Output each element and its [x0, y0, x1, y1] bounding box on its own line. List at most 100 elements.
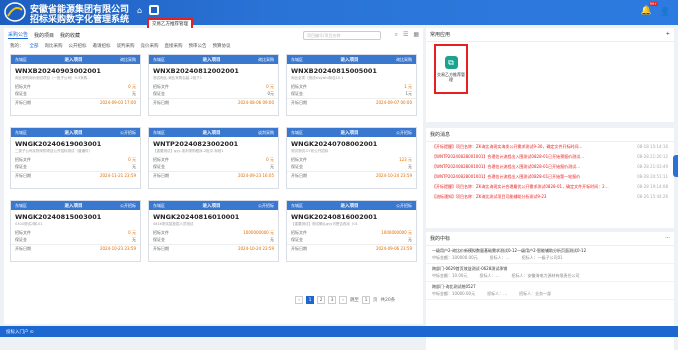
field-label: 开标日期 — [291, 173, 307, 178]
project-card[interactable]: 东城区 进入项目 公开招标 WNGK20240708002001 测试测试-07初公… — [286, 127, 417, 189]
field-value: 0 元 — [266, 83, 274, 89]
field-label: 开标日期 — [291, 246, 307, 251]
filter-option[interactable]: 询比采购 — [45, 43, 63, 49]
filter-option[interactable]: 竞价采购 — [141, 43, 159, 49]
field-label: 开标日期 — [15, 173, 31, 178]
filter-all[interactable]: 全部 — [30, 43, 39, 49]
add-icon[interactable]: + — [666, 31, 670, 38]
list-view-icon[interactable]: ☰ — [403, 31, 408, 39]
card-type: 公开招标 — [120, 129, 136, 135]
message-item[interactable]: 【WNTP20240828001001】合理估计流程出入围测试0828-01已开… — [426, 152, 674, 162]
pagination: ‹ 1 2 3 › 跳至 1 页 共20条 — [295, 296, 395, 304]
enter-project-button[interactable]: 进入项目 — [65, 57, 83, 63]
portal-entry-link[interactable]: 投标入门户 ⊙ — [6, 330, 34, 335]
message-text: 【WNTP20240828001001】合理估计流程出入围测试0828-01已开… — [432, 154, 585, 159]
message-text: 【WNTP20240828001001】合理估计流程出入围测试0828-01已开… — [432, 174, 581, 179]
page-button[interactable]: 3 — [328, 296, 336, 304]
project-number: WNTP20240823002001 — [153, 140, 239, 148]
filter-option[interactable]: 直接采购 — [165, 43, 183, 49]
message-item[interactable]: 【开标提醒】项目名称：ZK询比询现实海发公开需求测试9-30，确定文件开标时间…… — [426, 142, 674, 152]
project-card[interactable]: 东城区 进入项目 谈判采购 WNTP20240823002001 【重要测试】gyy… — [148, 127, 279, 189]
win-item[interactable]: 跨部门-0629首页效益测试-0628测试承销 中标金额：10.00元 投标人：… 招… — [426, 264, 674, 282]
enter-project-button[interactable]: 进入项目 — [341, 203, 359, 209]
filter-option[interactable]: 公开招标 — [69, 43, 87, 49]
field-label: 开标日期 — [153, 246, 169, 251]
tab-favorites[interactable]: 我的收藏 — [60, 32, 80, 39]
project-card[interactable]: 东城区 进入项目 询比采购 WNXB20240815005001 询比全项（测试sh… — [286, 54, 417, 116]
card-type: 询比采购 — [258, 56, 274, 62]
search-input[interactable]: 项目编号/项目名称 — [303, 31, 381, 40]
field-label: 保证金 — [291, 236, 303, 242]
field-value: 1元 — [405, 90, 412, 96]
enter-project-button[interactable]: 进入项目 — [203, 130, 221, 136]
prev-page-icon[interactable]: ‹ — [295, 296, 303, 304]
open-date: 2024-09-23 16:05 — [237, 173, 274, 178]
project-card[interactable]: 东城区 进入项目 公开招标 WNGK20240816010001 0816测试招投招… — [148, 200, 279, 262]
card-region: 东城区 — [15, 129, 27, 135]
bell-icon[interactable]: 🔔 99+ — [641, 2, 659, 16]
open-date: 2024-08-06 09:00 — [237, 100, 274, 105]
side-float-tab[interactable] — [673, 155, 678, 177]
message-date: 08-28 21:20:12 — [637, 154, 668, 159]
user-icon[interactable]: 👤 — [660, 7, 670, 16]
enter-project-button[interactable]: 进入项目 — [341, 130, 359, 136]
project-card[interactable]: 东城区 进入项目 询比采购 WNXB20240903002001 询比采购询价测试项… — [10, 54, 141, 116]
more-icon[interactable]: ··· — [665, 235, 670, 242]
enter-project-button[interactable]: 进入项目 — [203, 57, 221, 63]
enter-project-button[interactable]: 进入项目 — [203, 203, 221, 209]
tab-my-projects[interactable]: 我的项目 — [34, 32, 54, 39]
message-item[interactable]: 【WNTP20240828001001】合理估计流程出入围测试0828-01已开… — [426, 162, 674, 172]
field-label: 招标文件 — [153, 229, 169, 235]
message-item[interactable]: 【流标通知】项目名称：ZK询比测试项目可能辅助分析测试9-23 08-26 15:… — [426, 192, 674, 202]
field-value: 0 元 — [128, 83, 136, 89]
enter-project-button[interactable]: 进入项目 — [65, 203, 83, 209]
app-tile-recommend[interactable]: ⧉ 交易乙方推荐管理 — [434, 44, 468, 94]
goto-page-input[interactable]: 1 — [362, 296, 370, 304]
win-amount: 中标金额：100000.00元 — [432, 255, 478, 260]
project-card[interactable]: 东城区 进入项目 询比采购 WNXB20240812002001 测试询比-询比采购… — [148, 54, 279, 116]
project-number: WNXB20240903002001 — [15, 67, 101, 75]
wins-title: 我的中标 — [430, 236, 451, 242]
home-icon[interactable]: ⌂ — [135, 6, 144, 15]
project-card[interactable]: 东城区 进入项目 公开招标 WNGK20240619003001 二类子公司实物采购… — [10, 127, 141, 189]
open-date: 2024-10-24 23:59 — [375, 173, 412, 178]
project-number: WNGK20240816010001 — [153, 213, 240, 221]
page-button[interactable]: 1 — [306, 296, 314, 304]
field-label: 招标文件 — [291, 83, 307, 89]
filter-option[interactable]: 预算协议 — [213, 43, 231, 49]
search-icon[interactable]: ⌕ — [395, 31, 398, 39]
message-item[interactable]: 【开标提醒】项目名称：ZK询比询现实计合理最优公开需求测试0828-01，确定文… — [426, 182, 674, 192]
filter-option[interactable]: 预审公告 — [189, 43, 207, 49]
filter-option[interactable]: 谈判采购 — [117, 43, 135, 49]
message-item[interactable]: 【WNTP20240828001001】合理估计流程出入围测试0828-01已开… — [426, 172, 674, 182]
field-label: 开标日期 — [15, 246, 31, 251]
field-label: 开标日期 — [153, 173, 169, 178]
win-item[interactable]: 一级用户2-询比价新模拟数量基础需求测试0-12—级用户2-智能辅助分析页面测试… — [426, 246, 674, 264]
field-value: 1 元 — [404, 83, 412, 89]
app-icon: ⧉ — [444, 56, 458, 69]
page-button[interactable]: 2 — [317, 296, 325, 304]
project-card[interactable]: 东城区 进入项目 公开招标 WNGK20240816002001 【重要测试】测试确… — [286, 200, 417, 262]
tab-announcements[interactable]: 采购公告 — [8, 31, 29, 39]
project-card[interactable]: 东城区 进入项目 公开招标 WNGK20240815003001 0304测试2期-… — [10, 200, 141, 262]
card-region: 东城区 — [153, 129, 165, 135]
card-header: 东城区 进入项目 询比采购 — [287, 55, 416, 64]
project-name: 询比采购询价测试项目（一批子公司）9-3采购… — [15, 76, 91, 80]
enter-project-button[interactable]: 进入项目 — [341, 57, 359, 63]
win-amount: 中标金额：10000.00元 — [432, 291, 476, 296]
filter-option[interactable]: 邀请招标 — [93, 43, 111, 49]
win-item[interactable]: 跨部门-询比测试统0527 中标金额：10000.00元 投标人：… 招标人：业务一部 — [426, 282, 674, 300]
enter-project-button[interactable]: 进入项目 — [65, 130, 83, 136]
message-text: 【流标通知】项目名称：ZK询比测试项目可能辅助分析测试9-23 — [432, 194, 547, 199]
apps-grid-icon[interactable] — [149, 5, 159, 15]
field-value: 无 — [132, 236, 136, 242]
project-name: 0816测试招投招人员测试 — [153, 222, 194, 226]
message-date: 08-28 21:03:49 — [637, 164, 668, 169]
project-number: WNXB20240815005001 — [291, 67, 377, 75]
field-label: 保证金 — [153, 90, 165, 96]
grid-view-icon[interactable]: ▦ — [413, 31, 419, 39]
footer-bar: 投标入门户 ⊙ — [0, 326, 678, 337]
messages-panel: 我的消息 【开标提醒】项目名称：ZK询比询现实海发公开需求测试9-30，确定文件… — [426, 128, 674, 228]
next-page-icon[interactable]: › — [339, 296, 347, 304]
filter-bar: 我的： 全部 询比采购 公开招标 邀请招标 谈判采购 竞价采购 直接采购 预审公… — [10, 43, 231, 49]
